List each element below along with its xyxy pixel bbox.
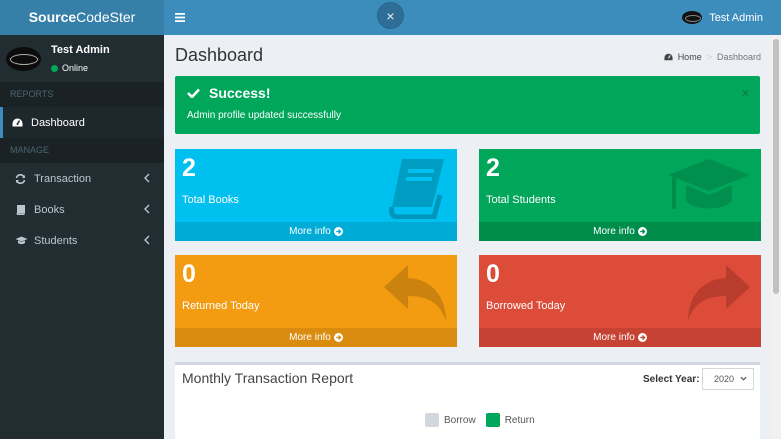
sidebar-item-label: Dashboard <box>31 116 85 129</box>
breadcrumb: Home > Dashboard <box>664 52 761 62</box>
legend-swatch <box>425 413 439 427</box>
sidebar-item-label: Books <box>34 203 65 216</box>
graduation-cap-icon <box>668 159 750 209</box>
alert-heading: Success! <box>187 85 270 101</box>
alert-title: Success! <box>209 85 271 101</box>
stat-box-borrowed-today: 0 Borrowed Today More info <box>479 255 761 347</box>
legend-item-return: Return <box>485 413 535 427</box>
scrollbar[interactable] <box>771 35 781 439</box>
year-select[interactable]: 2020 <box>702 368 754 390</box>
select-year-label: Select Year: <box>643 374 700 385</box>
stat-value: 2 <box>182 154 196 182</box>
legend-label: Borrow <box>444 414 476 426</box>
monthly-report-panel: Monthly Transaction Report Select Year: … <box>175 362 760 439</box>
stat-box-total-books: 2 Total Books More info <box>175 149 457 241</box>
arrow-circle-right-icon <box>333 333 343 342</box>
stat-label: Total Students <box>486 194 556 206</box>
brand-rest: CodeSter <box>76 9 136 25</box>
legend-item-borrow: Borrow <box>425 413 476 427</box>
sidebar: Test Admin Online REPORTS Dashboard MANA… <box>0 35 164 439</box>
avatar <box>682 11 703 24</box>
sidebar-item-label: Students <box>34 234 78 247</box>
online-dot-icon <box>51 64 58 72</box>
report-title: Monthly Transaction Report <box>182 370 354 386</box>
brand-bold: Source <box>28 9 77 25</box>
more-info-label: More info <box>289 332 331 343</box>
stat-label: Borrowed Today <box>486 300 566 312</box>
main-content: Dashboard Home > Dashboard Success! Admi… <box>164 35 771 439</box>
legend-swatch <box>485 413 500 427</box>
arrow-circle-right-icon <box>333 227 343 236</box>
graduation-cap-icon <box>15 236 29 245</box>
dashboard-icon <box>664 53 673 61</box>
arrow-circle-right-icon <box>637 333 647 342</box>
chevron-left-icon <box>144 204 150 214</box>
alert-close-button[interactable]: × <box>742 86 749 100</box>
more-info-label: More info <box>593 226 635 237</box>
chevron-left-icon <box>144 173 150 183</box>
top-navbar: SourceCodeSter × Test Admin <box>0 0 781 35</box>
stat-box-total-students: 2 Total Students More info <box>479 149 761 241</box>
online-status-text: Online <box>62 63 89 73</box>
sidebar-user-name: Test Admin <box>51 44 110 56</box>
more-info-link[interactable]: More info <box>175 222 457 241</box>
sidebar-header-reports: REPORTS <box>0 82 164 107</box>
stat-label: Total Books <box>182 194 239 206</box>
chevron-down-icon <box>740 376 747 381</box>
more-info-link[interactable]: More info <box>479 328 761 347</box>
sidebar-item-books[interactable]: Books <box>0 194 164 225</box>
refresh-icon <box>15 173 29 184</box>
scrollbar-thumb[interactable] <box>773 39 779 294</box>
reply-icon <box>384 265 446 321</box>
more-info-link[interactable]: More info <box>175 328 457 347</box>
avatar <box>6 47 41 71</box>
sidebar-item-label: Transaction <box>34 172 92 185</box>
alert-message: Admin profile updated successfully <box>187 110 341 121</box>
chevron-left-icon <box>144 235 150 245</box>
user-panel: Test Admin Online <box>0 35 164 82</box>
stat-label: Returned Today <box>182 300 260 312</box>
page-title: Dashboard <box>175 45 264 65</box>
hamburger-icon <box>175 13 185 22</box>
more-info-link[interactable]: More info <box>479 222 761 241</box>
year-select-value: 2020 <box>714 374 735 384</box>
dashboard-icon <box>12 118 26 127</box>
chart-legend: Borrow Return <box>425 413 545 427</box>
breadcrumb-separator: > <box>706 52 712 62</box>
sidebar-item-students[interactable]: Students <box>0 225 164 256</box>
sidebar-header-manage: MANAGE <box>0 138 164 163</box>
arrow-circle-right-icon <box>637 227 647 236</box>
stat-value: 2 <box>486 154 500 182</box>
more-info-label: More info <box>289 226 331 237</box>
close-button[interactable]: × <box>377 2 404 29</box>
stat-value: 0 <box>486 260 500 288</box>
more-info-label: More info <box>593 332 635 343</box>
online-status: Online <box>51 63 88 73</box>
check-icon <box>187 88 200 98</box>
book-icon <box>15 204 29 215</box>
sidebar-item-dashboard[interactable]: Dashboard <box>0 107 164 138</box>
sidebar-toggle-button[interactable] <box>166 0 194 35</box>
user-menu[interactable]: Test Admin <box>682 0 763 35</box>
user-menu-name: Test Admin <box>709 11 763 24</box>
sidebar-item-transaction[interactable]: Transaction <box>0 163 164 194</box>
legend-label: Return <box>504 414 535 426</box>
share-icon <box>688 265 750 321</box>
book-icon <box>389 159 444 219</box>
stat-value: 0 <box>182 260 196 288</box>
brand-logo[interactable]: SourceCodeSter <box>0 0 164 35</box>
breadcrumb-home-link[interactable]: Home <box>678 52 702 62</box>
stat-box-returned-today: 0 Returned Today More info <box>175 255 457 347</box>
breadcrumb-current: Dashboard <box>716 52 761 62</box>
success-alert: Success! Admin profile updated successfu… <box>175 76 760 134</box>
